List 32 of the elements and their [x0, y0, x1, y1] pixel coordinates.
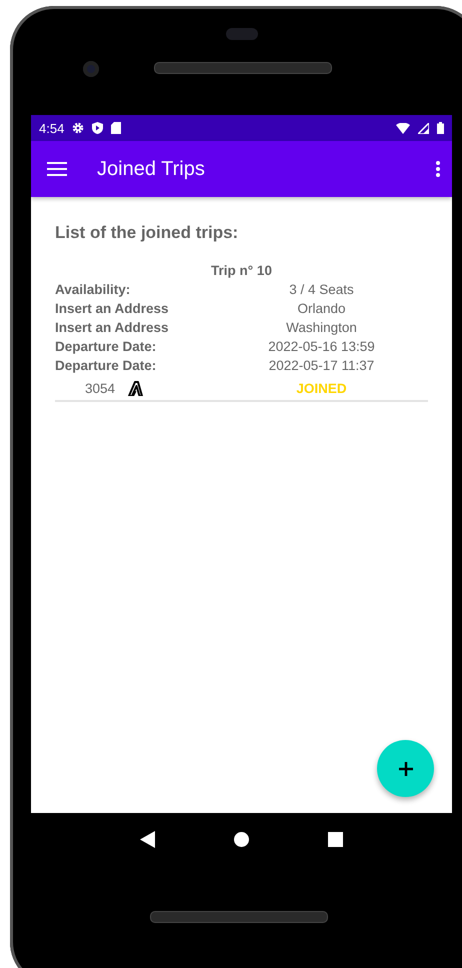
field-value: 3 / 4 Seats	[288, 281, 355, 299]
trip-status: JOINED	[295, 380, 348, 396]
field-value: Orlando	[296, 300, 347, 318]
field-label: Departure Date:	[55, 338, 158, 356]
field-value: 2022-05-16 13:59	[267, 338, 376, 356]
list-heading: List of the joined trips:	[55, 223, 240, 243]
field-value: 2022-05-17 11:37	[268, 357, 376, 375]
wifi-icon	[396, 122, 410, 134]
back-icon[interactable]	[140, 830, 156, 848]
shield-icon	[92, 122, 104, 134]
field-label: Insert an Address	[55, 300, 170, 318]
field-label: Availability:	[55, 281, 132, 299]
trip-title: Trip n° 10	[210, 262, 273, 280]
menu-icon[interactable]	[47, 162, 67, 176]
gear-icon	[72, 122, 84, 134]
plus-icon	[398, 762, 412, 776]
overflow-menu-icon[interactable]	[436, 161, 440, 177]
field-value: Washington	[285, 319, 358, 337]
home-icon[interactable]	[234, 832, 249, 846]
battery-icon	[437, 122, 444, 134]
field-label: Insert an Address	[55, 319, 170, 337]
sd-card-icon	[111, 122, 122, 134]
add-button[interactable]	[377, 740, 434, 797]
camera-lens	[83, 61, 99, 77]
status-time: 4:54	[39, 120, 64, 136]
trip-code: 3054	[85, 380, 116, 396]
app-bar-title: Joined Trips	[97, 158, 206, 180]
hiking-figure-icon	[127, 380, 144, 396]
field-label: Departure Date:	[55, 357, 158, 375]
recents-icon[interactable]	[328, 832, 343, 846]
earpiece	[226, 28, 258, 40]
signal-icon	[418, 122, 429, 134]
